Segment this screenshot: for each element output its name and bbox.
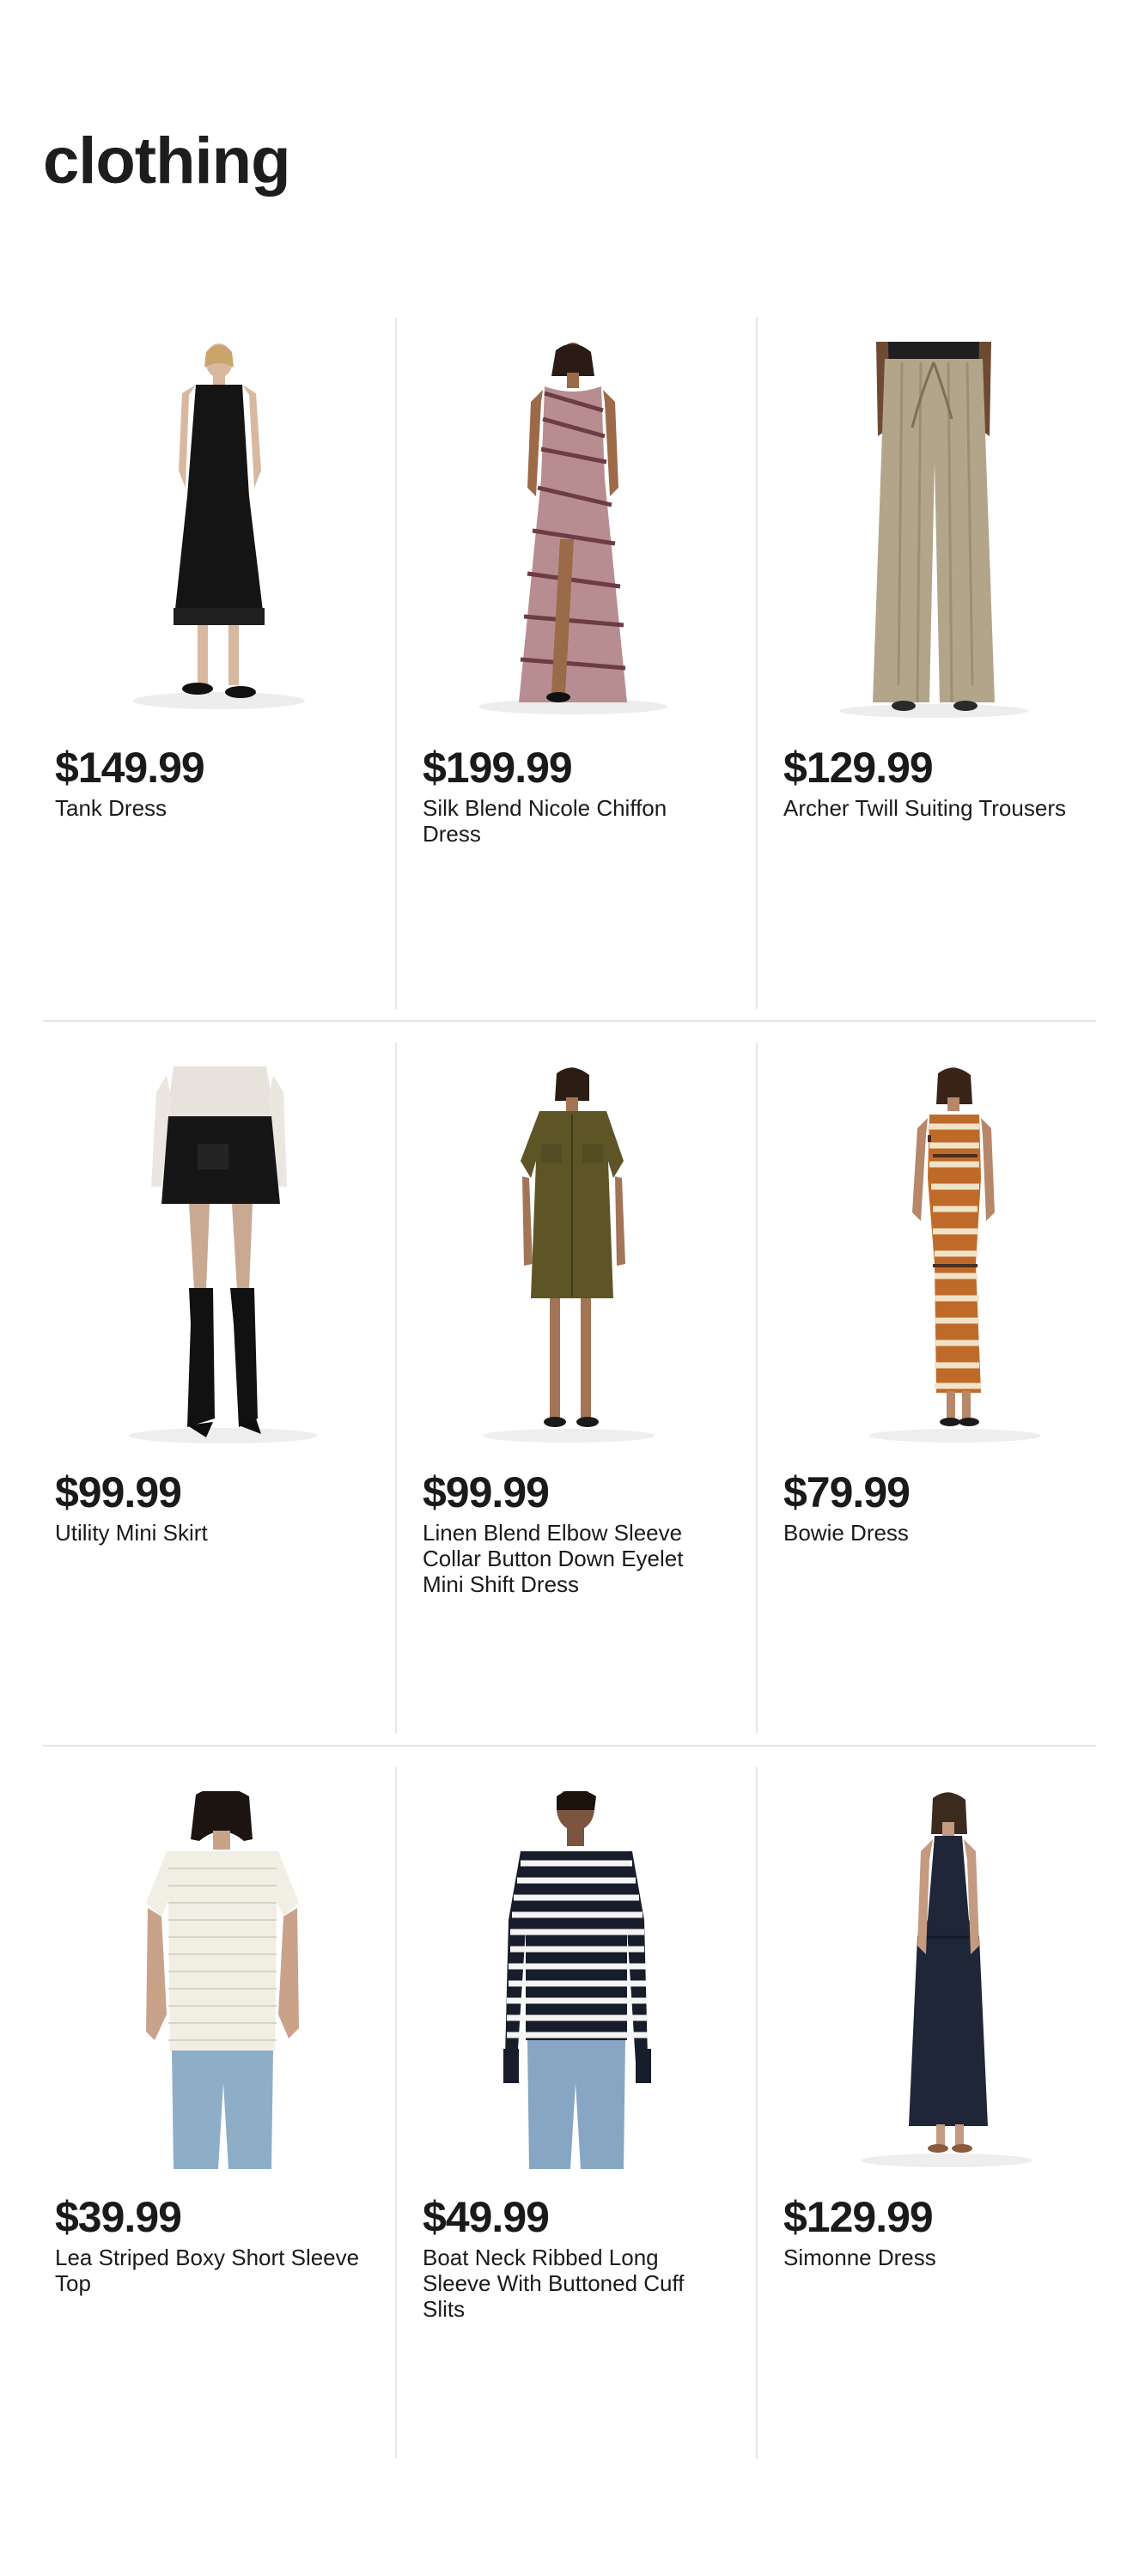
product-name[interactable]: Archer Twill Suiting Trousers xyxy=(783,795,1084,821)
product-price: $99.99 xyxy=(55,1468,182,1516)
product-row: $149.99 Tank Dress $199.99 Silk Blend Ni… xyxy=(43,318,1096,1022)
product-name[interactable]: Silk Blend Nicole Chiffon Dress xyxy=(423,795,723,847)
product-price: $99.99 xyxy=(423,1468,550,1516)
zebra-chiffon-gown-image[interactable] xyxy=(431,342,715,720)
page-title: clothing xyxy=(43,125,291,197)
product-row: $39.99 Lea Striped Boxy Short Sleeve Top… xyxy=(43,1767,1096,2470)
product-grid: $149.99 Tank Dress $199.99 Silk Blend Ni… xyxy=(43,318,1096,2490)
product-price: $49.99 xyxy=(423,2193,550,2241)
product-price: $39.99 xyxy=(55,2193,182,2241)
product-card[interactable]: $129.99 Archer Twill Suiting Trousers xyxy=(756,318,1096,1009)
product-card[interactable]: $39.99 Lea Striped Boxy Short Sleeve Top xyxy=(43,1767,392,2458)
product-card[interactable]: $129.99 Simonne Dress xyxy=(756,1767,1096,2458)
navy-striped-sweater-image[interactable] xyxy=(431,1791,715,2169)
product-price: $129.99 xyxy=(783,744,934,792)
product-price: $149.99 xyxy=(55,744,205,792)
product-price: $129.99 xyxy=(783,2193,934,2241)
khaki-wide-trousers-image[interactable] xyxy=(792,342,1075,720)
black-utility-skirt-image[interactable] xyxy=(77,1066,361,1444)
product-card[interactable]: $79.99 Bowie Dress xyxy=(756,1042,1096,1734)
product-price: $79.99 xyxy=(783,1468,911,1516)
product-card[interactable]: $99.99 Utility Mini Skirt xyxy=(43,1042,392,1734)
product-card[interactable]: $149.99 Tank Dress xyxy=(43,318,392,1009)
product-name[interactable]: Utility Mini Skirt xyxy=(55,1520,381,1546)
black-tank-dress-image[interactable] xyxy=(77,342,361,720)
product-name[interactable]: Bowie Dress xyxy=(783,1520,1084,1546)
product-name[interactable]: Linen Blend Elbow Sleeve Collar Button D… xyxy=(423,1520,723,1597)
product-card[interactable]: $199.99 Silk Blend Nicole Chiffon Dress xyxy=(395,318,744,1009)
striped-knit-dress-image[interactable] xyxy=(792,1066,1075,1444)
olive-shirt-dress-image[interactable] xyxy=(431,1066,715,1444)
product-card[interactable]: $99.99 Linen Blend Elbow Sleeve Collar B… xyxy=(395,1042,744,1734)
product-name[interactable]: Lea Striped Boxy Short Sleeve Top xyxy=(55,2245,381,2296)
product-row: $99.99 Utility Mini Skirt $99.99 Linen B… xyxy=(43,1042,1096,1747)
product-card[interactable]: $49.99 Boat Neck Ribbed Long Sleeve With… xyxy=(395,1767,744,2458)
product-name[interactable]: Simonne Dress xyxy=(783,2245,1084,2270)
product-name[interactable]: Tank Dress xyxy=(55,795,381,821)
product-price: $199.99 xyxy=(423,744,573,792)
cream-striped-tee-image[interactable] xyxy=(77,1791,361,2169)
navy-halter-dress-image[interactable] xyxy=(792,1791,1075,2169)
product-name[interactable]: Boat Neck Ribbed Long Sleeve With Button… xyxy=(423,2245,723,2322)
